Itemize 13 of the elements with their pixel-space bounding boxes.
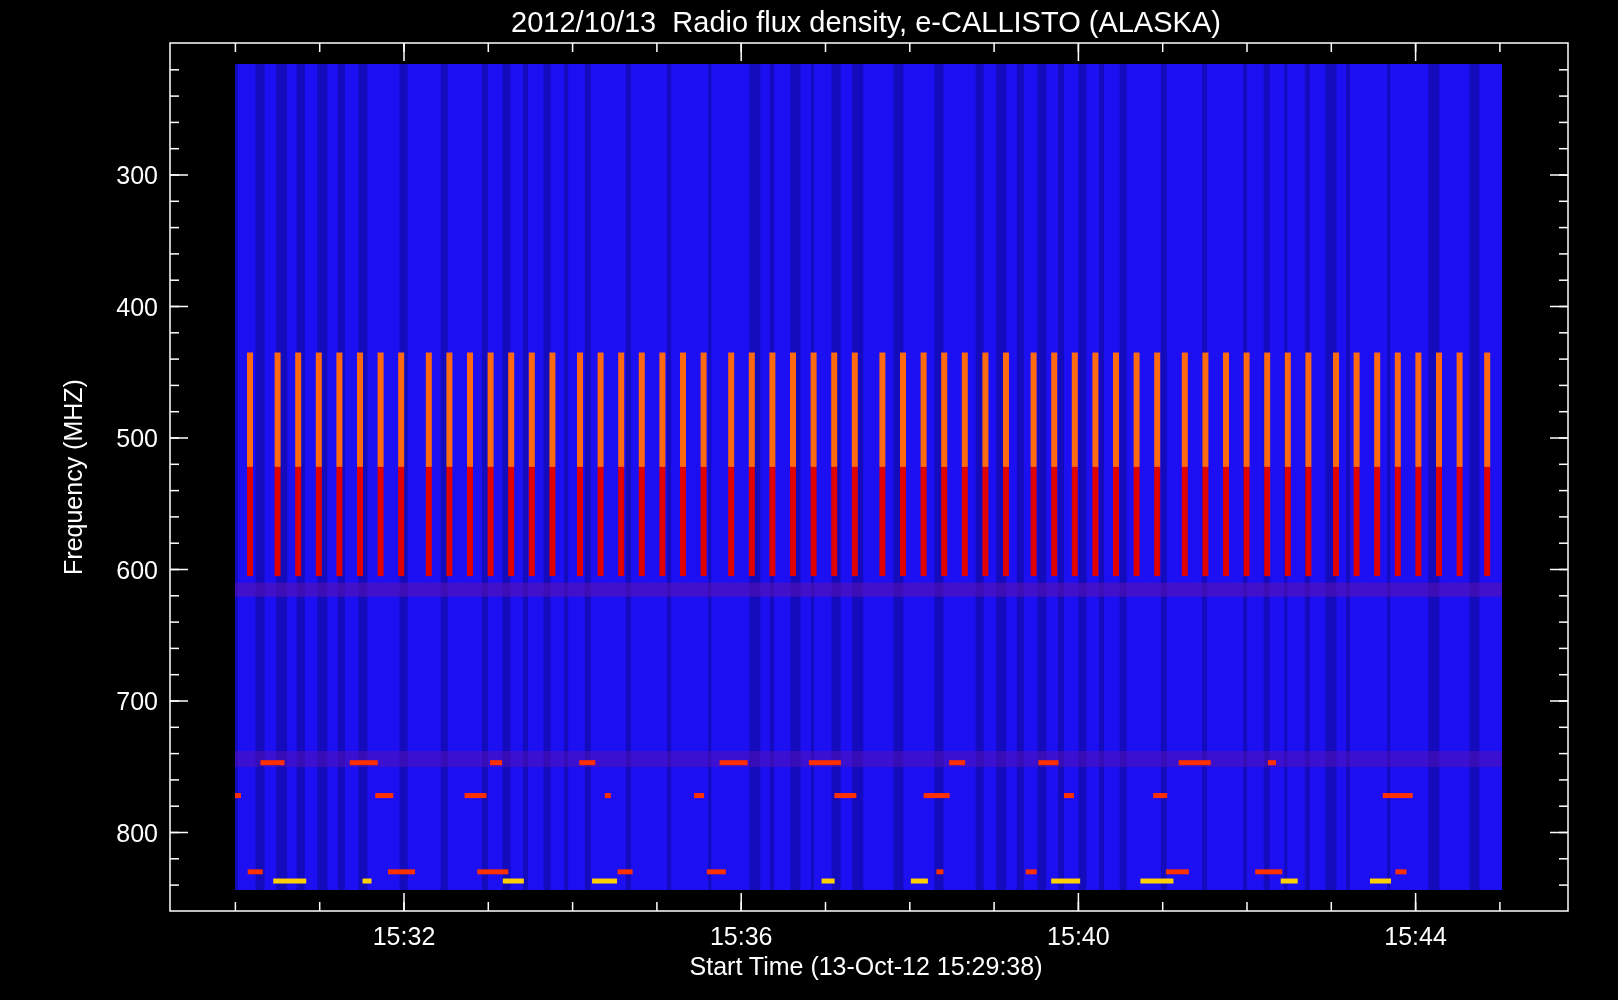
y-tick-label: 700 [116, 687, 158, 715]
x-axis-label: Start Time (13-Oct-12 15:29:38) [689, 952, 1043, 980]
chart-title: 2012/10/13 Radio flux density, e-CALLISTO (ALASKA) [511, 6, 1221, 38]
y-tick-label: 400 [116, 292, 158, 321]
y-tick-label: 800 [116, 818, 158, 847]
x-tick-label: 15:32 [372, 922, 436, 950]
x-tick-label: 15:40 [1047, 922, 1110, 950]
x-tick-label: 15:36 [709, 922, 773, 950]
y-tick-label: 300 [116, 161, 158, 189]
y-tick-label: 500 [116, 424, 158, 452]
x-tick-label: 15:44 [1384, 922, 1447, 950]
y-tick-label: 600 [116, 555, 158, 584]
y-axis-label: Frequency (MHZ) [59, 379, 87, 575]
